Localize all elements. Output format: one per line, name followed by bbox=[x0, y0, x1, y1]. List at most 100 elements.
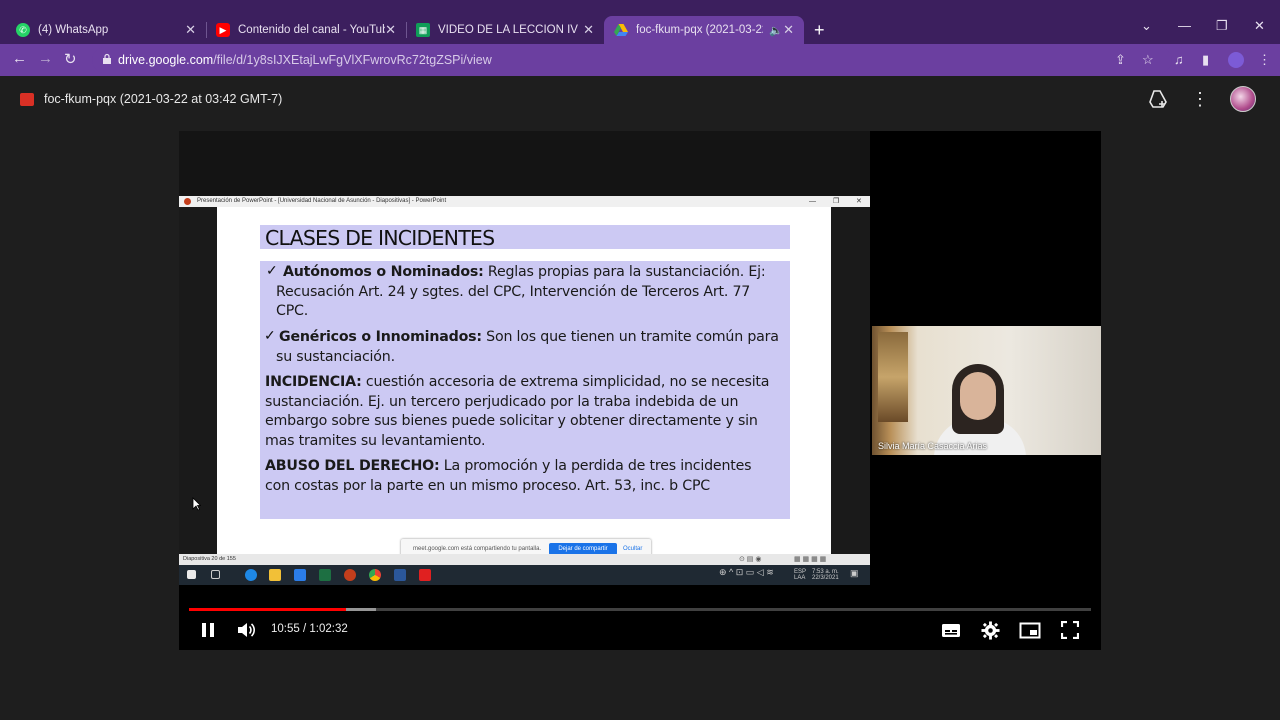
slide-title-box: CLASES DE INCIDENTES bbox=[260, 225, 790, 250]
powerpoint-status-bar: Diapositiva 20 de 155 ⊙ ▤ ◉ ▦ ▦ ▦ ▦ bbox=[179, 554, 870, 565]
reload-button[interactable]: ↻ bbox=[64, 50, 77, 68]
participant-camera-tile: Silvia María Casaccia Arias bbox=[872, 326, 1101, 455]
hide-notice-link: Ocultar bbox=[623, 546, 643, 552]
windows-taskbar: ⊕ ^ ⊡ ▭ ◁ ≋ ESP LAA 7:53 a. m. 22/3/2021 ▣ bbox=[179, 565, 870, 585]
powerpoint-icon bbox=[184, 198, 191, 205]
media-controls-icon[interactable]: ♫ bbox=[1174, 52, 1184, 67]
dropbox-icon bbox=[294, 569, 306, 581]
powerpoint-taskbar-icon bbox=[344, 569, 356, 581]
share-notice-text: meet.google.com está compartiendo tu pan… bbox=[413, 546, 542, 552]
checkmark-icon: ✓ bbox=[264, 327, 276, 343]
tab-label: Contenido del canal - YouTube S bbox=[238, 24, 385, 36]
shared-screen-top bbox=[179, 131, 870, 196]
miniplayer-icon[interactable] bbox=[1019, 622, 1041, 639]
fullscreen-icon[interactable] bbox=[1061, 621, 1079, 639]
video-player[interactable]: Presentación de PowerPoint - [Universida… bbox=[179, 131, 1101, 650]
speaker-icon[interactable]: 🔈 bbox=[769, 24, 783, 37]
slide-item-genericos-line2: su sustanciación. bbox=[276, 348, 395, 365]
close-icon[interactable]: ✕ bbox=[385, 22, 396, 38]
tab-youtube[interactable]: ▶ Contenido del canal - YouTube S ✕ bbox=[206, 16, 406, 44]
google-drive-icon bbox=[614, 23, 628, 37]
new-tab-button[interactable]: + bbox=[814, 20, 825, 41]
close-icon[interactable]: ✕ bbox=[185, 22, 196, 38]
tab-label: (4) WhatsApp bbox=[38, 24, 109, 36]
tab-drive-video[interactable]: foc-fkum-pqx (2021-03-22 at 🔈 ✕ bbox=[604, 16, 804, 44]
forward-button[interactable]: → bbox=[38, 50, 53, 67]
back-button[interactable]: ← bbox=[12, 50, 27, 67]
slide: CLASES DE INCIDENTES ✓ Autónomos o Nomin… bbox=[217, 207, 831, 554]
browser-tab-strip: ✆ (4) WhatsApp ✕ ▶ Contenido del canal -… bbox=[0, 0, 1280, 44]
tab-label: foc-fkum-pqx (2021-03-22 at bbox=[636, 24, 764, 36]
address-bar[interactable]: drive.google.com/file/d/1y8sIJXEtajLwFgV… bbox=[92, 47, 1172, 73]
url-host: drive.google.com bbox=[118, 53, 214, 67]
word-icon bbox=[394, 569, 406, 581]
share-page-icon[interactable]: ⇪ bbox=[1115, 52, 1126, 68]
slide-item-incidencia-line2: sustanciación. Ej. un tercero perjudicad… bbox=[265, 393, 739, 410]
time-display: 10:55 / 1:02:32 bbox=[271, 623, 348, 635]
tray-icons: ⊕ ^ ⊡ ▭ ◁ ≋ bbox=[719, 567, 774, 577]
excel-icon bbox=[319, 569, 331, 581]
slide-counter: Diapositiva 20 de 155 bbox=[183, 556, 236, 562]
pause-icon[interactable] bbox=[200, 621, 216, 639]
slide-item-genericos: Genéricos o Innominados: Son los que tie… bbox=[279, 329, 779, 345]
view-icons: ⊙ ▤ ◉ bbox=[739, 556, 762, 563]
acrobat-icon bbox=[419, 569, 431, 581]
drive-viewer-header: foc-fkum-pqx (2021-03-22 at 03:42 GMT-7)… bbox=[0, 76, 1280, 124]
slide-item-incidencia: INCIDENCIA: cuestión accesoria de extrem… bbox=[265, 374, 770, 390]
minimize-button[interactable]: — bbox=[1178, 18, 1191, 33]
browser-toolbar: ← → ↻ drive.google.com/file/d/1y8sIJXEta… bbox=[0, 44, 1280, 76]
participant-face bbox=[960, 372, 996, 420]
edge-icon bbox=[245, 569, 257, 581]
ppt-close-icon: ✕ bbox=[856, 198, 862, 205]
powerpoint-title: Presentación de PowerPoint - [Universida… bbox=[197, 198, 447, 204]
task-view-icon bbox=[211, 570, 220, 579]
slide-item-autonomos-line2: Recusación Art. 24 y sgtes. del CPC, Int… bbox=[276, 283, 751, 300]
background-frame bbox=[878, 332, 908, 422]
avatar[interactable] bbox=[1230, 86, 1256, 112]
tab-label: VIDEO DE LA LECCIÓN IV bbox=[438, 24, 578, 36]
slide-item-autonomos: Autónomos o Nominados: Reglas propias pa… bbox=[283, 264, 766, 280]
tray-lang: ESP LAA bbox=[794, 569, 807, 581]
windows-start-icon bbox=[187, 570, 196, 579]
mouse-cursor-icon bbox=[192, 497, 201, 511]
slide-item-abuso: ABUSO DEL DERECHO: La promoción y la per… bbox=[265, 458, 752, 474]
slide-item-autonomos-line3: CPC. bbox=[276, 303, 309, 319]
bookmark-star-icon[interactable]: ☆ bbox=[1142, 52, 1154, 68]
ppt-minimize-icon: — bbox=[809, 198, 816, 205]
close-window-button[interactable]: ✕ bbox=[1254, 18, 1265, 34]
participant-name: Silvia María Casaccia Arias bbox=[878, 441, 988, 451]
slide-item-incidencia-line4: mas tramites su levantamiento. bbox=[265, 432, 486, 449]
browser-menu-icon[interactable]: ⋮ bbox=[1258, 52, 1271, 68]
tray-clock: 7:53 a. m. 22/3/2021 bbox=[812, 569, 839, 581]
volume-icon[interactable] bbox=[236, 621, 256, 639]
lock-icon bbox=[103, 53, 111, 64]
side-panel-icon[interactable]: ▮ bbox=[1202, 52, 1209, 68]
slide-body: ✓ Autónomos o Nominados: Reglas propias … bbox=[260, 261, 790, 519]
add-to-drive-icon[interactable] bbox=[1148, 90, 1168, 108]
ppt-restore-icon: ❐ bbox=[833, 198, 840, 205]
tab-whatsapp[interactable]: ✆ (4) WhatsApp ✕ bbox=[6, 16, 206, 44]
more-options-icon[interactable]: ⋮ bbox=[1191, 89, 1209, 110]
zoom-icons: ▦ ▦ ▦ ▦ bbox=[794, 556, 827, 563]
tab-video-leccion[interactable]: ▦ VIDEO DE LA LECCIÓN IV ✕ bbox=[406, 16, 604, 44]
url-text: drive.google.com/file/d/1y8sIJXEtajLwFgV… bbox=[118, 53, 492, 67]
close-icon[interactable]: ✕ bbox=[583, 22, 594, 38]
restore-button[interactable]: ❐ bbox=[1216, 18, 1228, 34]
url-path: /file/d/1y8sIJXEtajLwFgVlXFwrovRc72tgZSP… bbox=[213, 53, 492, 67]
settings-gear-icon[interactable] bbox=[981, 621, 1000, 640]
google-sheets-icon: ▦ bbox=[416, 23, 430, 37]
slide-item-abuso-line2: con costas por la parte en un mismo proc… bbox=[265, 477, 711, 494]
youtube-icon: ▶ bbox=[216, 23, 230, 37]
slide-item-incidencia-line3: embargo sobre sus bienes puede solicitar… bbox=[265, 413, 758, 429]
chrome-icon bbox=[369, 569, 381, 581]
file-title: foc-fkum-pqx (2021-03-22 at 03:42 GMT-7) bbox=[44, 92, 283, 106]
close-icon[interactable]: ✕ bbox=[783, 22, 794, 38]
tab-search-icon[interactable]: ⌄ bbox=[1141, 18, 1152, 34]
progress-bar[interactable] bbox=[189, 608, 1091, 611]
subtitles-icon[interactable] bbox=[941, 622, 961, 638]
profile-icon[interactable] bbox=[1228, 52, 1244, 68]
notification-icon: ▣ bbox=[850, 568, 859, 578]
powerpoint-titlebar: Presentación de PowerPoint - [Universida… bbox=[179, 196, 870, 207]
checkmark-icon: ✓ bbox=[266, 262, 278, 278]
whatsapp-icon: ✆ bbox=[16, 23, 30, 37]
